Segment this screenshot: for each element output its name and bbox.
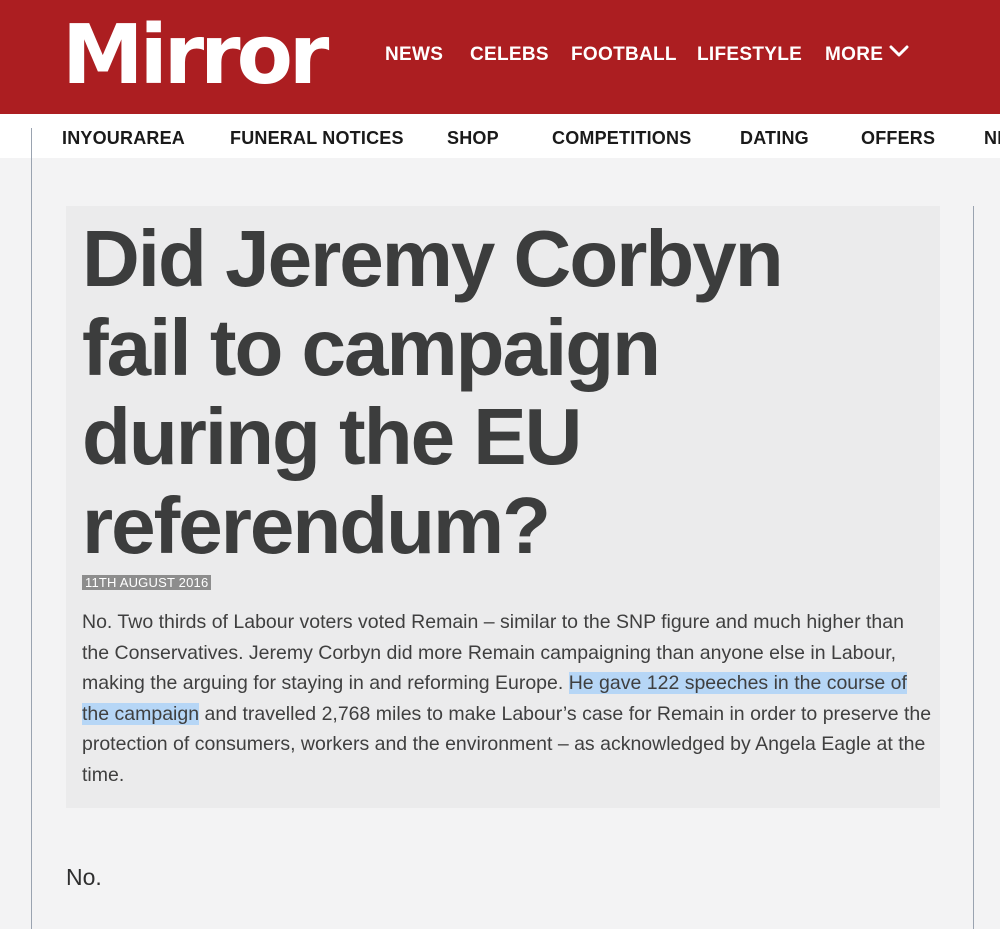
subnav-dating[interactable]: DATING (740, 128, 809, 148)
nav-more[interactable]: MORE (825, 44, 883, 66)
subnav-inyourarea[interactable]: INYOURAREA (62, 128, 185, 148)
secondary-nav: INYOURAREA FUNERAL NOTICES SHOP COMPETIT… (0, 114, 1000, 158)
page-border-right (973, 206, 974, 929)
subnav-more-truncated[interactable]: NE (984, 128, 1000, 148)
subnav-funeral-notices[interactable]: FUNERAL NOTICES (230, 128, 404, 148)
page-border-left (31, 128, 32, 929)
nav-lifestyle[interactable]: LIFESTYLE (697, 44, 802, 66)
mirror-logo[interactable]: Mirror (62, 8, 329, 104)
answer-text: No. (66, 864, 102, 890)
site-header: Mirror NEWS CELEBS FOOTBALL LIFESTYLE MO… (0, 0, 1000, 114)
subnav-shop[interactable]: SHOP (447, 128, 499, 148)
nav-football[interactable]: FOOTBALL (571, 44, 677, 66)
article-headline: Did Jeremy Corbyn fail to campaign durin… (82, 214, 784, 570)
subnav-competitions[interactable]: COMPETITIONS (552, 128, 691, 148)
article-date: 11TH AUGUST 2016 (82, 575, 212, 590)
article-body: No. Two thirds of Labour voters voted Re… (82, 607, 932, 790)
chevron-down-icon[interactable] (888, 42, 910, 62)
nav-news[interactable]: NEWS (385, 44, 443, 66)
subnav-offers[interactable]: OFFERS (861, 128, 935, 148)
nav-celebs[interactable]: CELEBS (470, 44, 549, 66)
body-text-end: and travelled 2,768 miles to make Labour… (82, 702, 932, 786)
